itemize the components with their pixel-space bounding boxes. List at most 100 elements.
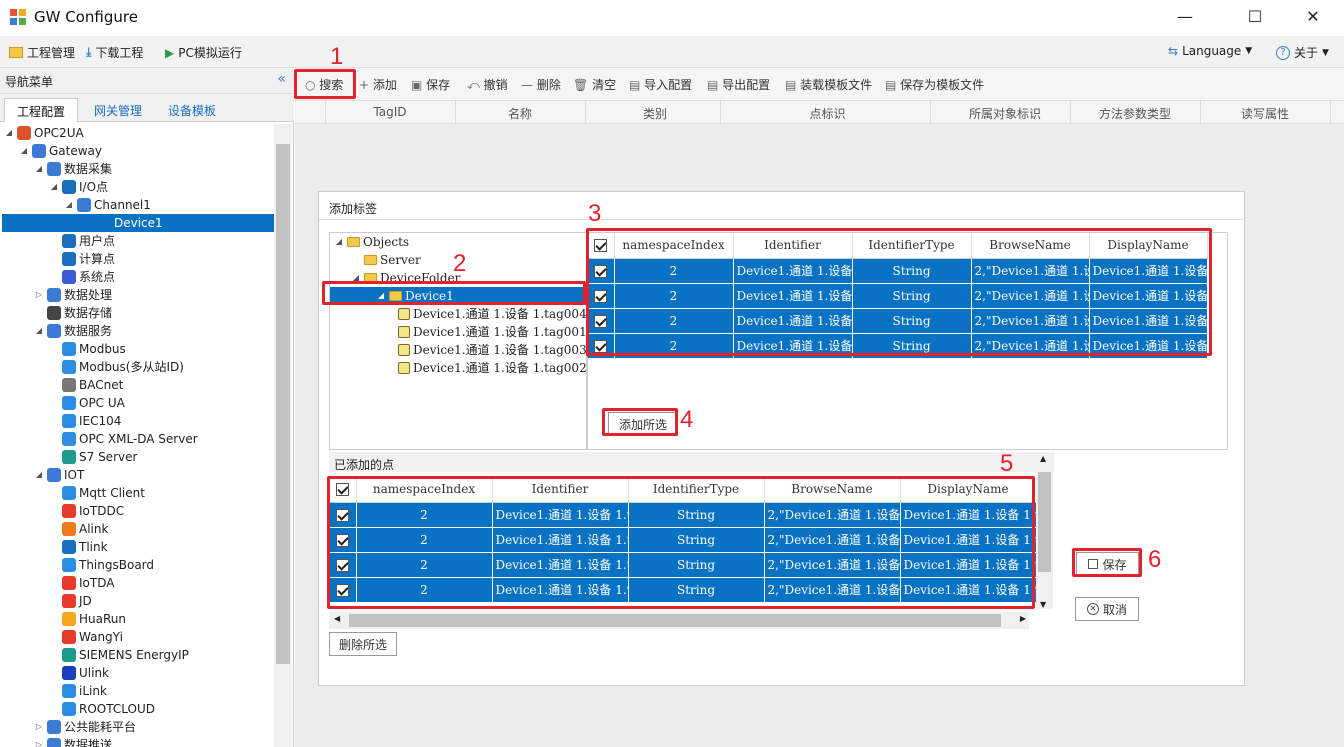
- nav-tree-item[interactable]: JD: [49, 592, 92, 610]
- nav-tree-item[interactable]: ROOTCLOUD: [49, 700, 155, 718]
- scrollbar-thumb[interactable]: [349, 614, 1001, 627]
- select-all-checkbox[interactable]: [335, 483, 349, 497]
- nav-tree-item[interactable]: Alink: [49, 520, 108, 538]
- nav-tree-item[interactable]: 用户点: [49, 232, 115, 250]
- row-checkbox-cell[interactable]: [329, 577, 357, 603]
- browse-tree-item[interactable]: Device1.通道 1.设备 1.tag002: [385, 359, 587, 377]
- grid-column-header[interactable]: 所属对象标识: [940, 105, 1070, 122]
- table-row[interactable]: 2Device1.通道 1.设备 1.String2,"Device1.通道 1…: [587, 258, 1208, 284]
- row-checkbox[interactable]: [335, 583, 349, 597]
- nav-tree-item[interactable]: ◢ I/O点: [49, 178, 108, 196]
- add-selected-button[interactable]: 添加所选: [608, 412, 678, 436]
- nav-tree-item[interactable]: ThingsBoard: [49, 556, 154, 574]
- toolbar-delete-button[interactable]: — 删除: [521, 76, 561, 93]
- tab-device-template[interactable]: 设备模板: [156, 98, 228, 122]
- grid-column-header[interactable]: 名称: [455, 105, 585, 122]
- row-checkbox-cell[interactable]: [329, 502, 357, 528]
- nav-tree-item[interactable]: OPC UA: [49, 394, 125, 412]
- expand-arrow-icon[interactable]: ◢: [19, 142, 29, 160]
- nav-tree-item[interactable]: 计算点: [49, 250, 115, 268]
- table-row[interactable]: 2Device1.通道 1.设备 1.tagString2,"Device1.通…: [329, 577, 1037, 603]
- column-header[interactable]: BrowseName: [971, 233, 1090, 259]
- added-grid-hscroll[interactable]: ◀ ▶: [329, 612, 1029, 629]
- nav-tree-item[interactable]: OPC XML-DA Server: [49, 430, 198, 448]
- table-row[interactable]: 2Device1.通道 1.设备 1.tagString2,"Device1.通…: [329, 552, 1037, 578]
- browse-tree-item[interactable]: ◢ Objects: [334, 233, 409, 251]
- tab-project-config[interactable]: 工程配置: [4, 98, 79, 122]
- table-row[interactable]: 2Device1.通道 1.设备 1.String2,"Device1.通道 1…: [587, 283, 1208, 309]
- nav-tree-item[interactable]: IoTDDC: [49, 502, 124, 520]
- expand-arrow-icon[interactable]: ◢: [64, 196, 74, 214]
- menu-language[interactable]: ⇆ Language ▼: [1168, 44, 1252, 58]
- cancel-button[interactable]: ✕ 取消: [1075, 597, 1139, 621]
- row-checkbox-cell[interactable]: [587, 308, 615, 334]
- nav-scrollbar[interactable]: [274, 124, 292, 747]
- table-row[interactable]: 2Device1.通道 1.设备 1.tagString2,"Device1.通…: [329, 527, 1037, 553]
- row-checkbox[interactable]: [335, 508, 349, 522]
- nav-tree-item[interactable]: ◢ Channel1: [64, 196, 151, 214]
- menu-download[interactable]: ⤓ 下载工程: [86, 44, 143, 61]
- toolbar-export-button[interactable]: ▤ 导出配置: [707, 76, 770, 93]
- toolbar-load-template-button[interactable]: ▤ 装载模板文件: [785, 76, 872, 93]
- nav-tree-item[interactable]: Modbus: [49, 340, 126, 358]
- row-checkbox[interactable]: [335, 533, 349, 547]
- scroll-down-icon[interactable]: ▼: [1040, 600, 1046, 609]
- browse-tree-item[interactable]: ◢ DeviceFolder: [351, 269, 461, 287]
- toolbar-import-button[interactable]: ▤ 导入配置: [629, 76, 692, 93]
- select-all-checkbox-cell[interactable]: [329, 477, 357, 503]
- column-header[interactable]: DisplayName: [1089, 233, 1208, 259]
- tab-gateway-manage[interactable]: 网关管理: [82, 98, 154, 122]
- browse-tree-item[interactable]: Device1.通道 1.设备 1.tag004: [385, 305, 587, 323]
- menu-project[interactable]: 工程管理: [9, 44, 75, 61]
- nav-tree-item[interactable]: ◢ 数据服务: [34, 322, 112, 340]
- nav-tree-item[interactable]: WangYi: [49, 628, 123, 646]
- save-button[interactable]: 保存: [1076, 552, 1139, 576]
- nav-tree-item[interactable]: BACnet: [49, 376, 123, 394]
- maximize-button[interactable]: ☐: [1232, 0, 1278, 36]
- nav-tree-item[interactable]: ◢ Gateway: [19, 142, 102, 160]
- browse-tree-item[interactable]: ◢ Device1: [330, 287, 586, 305]
- grid-column-header[interactable]: TagID: [325, 105, 455, 119]
- expand-arrow-icon[interactable]: ◢: [49, 178, 59, 196]
- nav-tree-item[interactable]: ◢ 数据采集: [34, 160, 112, 178]
- expand-arrow-icon[interactable]: ▷: [34, 286, 44, 304]
- expand-arrow-icon[interactable]: ▷: [34, 718, 44, 736]
- menu-about[interactable]: ? 关于 ▼: [1276, 44, 1329, 61]
- toolbar-search-button[interactable]: ○ 搜索: [305, 76, 343, 93]
- grid-column-header[interactable]: 读写属性: [1200, 105, 1330, 122]
- expand-arrow-icon[interactable]: ◢: [34, 322, 44, 340]
- grid-column-header[interactable]: 方法参数类型: [1070, 105, 1200, 122]
- column-header[interactable]: BrowseName: [764, 477, 901, 503]
- row-checkbox[interactable]: [335, 558, 349, 572]
- nav-tree-item[interactable]: Ulink: [49, 664, 109, 682]
- toolbar-undo-button[interactable]: ⤺ 撤销: [467, 76, 508, 93]
- grid-column-header[interactable]: 点标识: [725, 105, 930, 122]
- column-header[interactable]: Identifier: [492, 477, 629, 503]
- nav-tree-item[interactable]: 系统点: [49, 268, 115, 286]
- delete-selected-button[interactable]: 删除所选: [329, 632, 397, 656]
- expand-arrow-icon[interactable]: ◢: [34, 160, 44, 178]
- expand-arrow-icon[interactable]: ▷: [34, 736, 44, 747]
- scroll-up-icon[interactable]: ▲: [1040, 454, 1046, 463]
- table-row[interactable]: 2Device1.通道 1.设备 1.String2,"Device1.通道 1…: [587, 333, 1208, 359]
- nav-tree-item[interactable]: ▷ 数据处理: [34, 286, 112, 304]
- expand-arrow-icon[interactable]: ◢: [376, 287, 386, 305]
- row-checkbox[interactable]: [593, 264, 607, 278]
- close-button[interactable]: ✕: [1290, 0, 1336, 36]
- column-header[interactable]: namespaceIndex: [356, 477, 493, 503]
- column-header[interactable]: DisplayName: [900, 477, 1037, 503]
- expand-arrow-icon[interactable]: ◢: [4, 124, 14, 142]
- select-all-checkbox-cell[interactable]: [587, 233, 615, 259]
- browse-tree-item[interactable]: Device1.通道 1.设备 1.tag003: [385, 341, 587, 359]
- menu-simulate[interactable]: ▶ PC模拟运行: [165, 44, 242, 61]
- expand-arrow-icon[interactable]: ◢: [34, 466, 44, 484]
- browse-tree-item[interactable]: Server: [351, 251, 421, 269]
- scrollbar-thumb[interactable]: [276, 144, 290, 664]
- row-checkbox-cell[interactable]: [587, 333, 615, 359]
- scrollbar-thumb[interactable]: [1038, 472, 1051, 572]
- column-header[interactable]: IdentifierType: [628, 477, 765, 503]
- scroll-right-icon[interactable]: ▶: [1020, 614, 1026, 623]
- grid-column-header[interactable]: 类别: [590, 105, 720, 122]
- select-all-checkbox[interactable]: [593, 239, 607, 253]
- minimize-button[interactable]: —: [1162, 0, 1208, 36]
